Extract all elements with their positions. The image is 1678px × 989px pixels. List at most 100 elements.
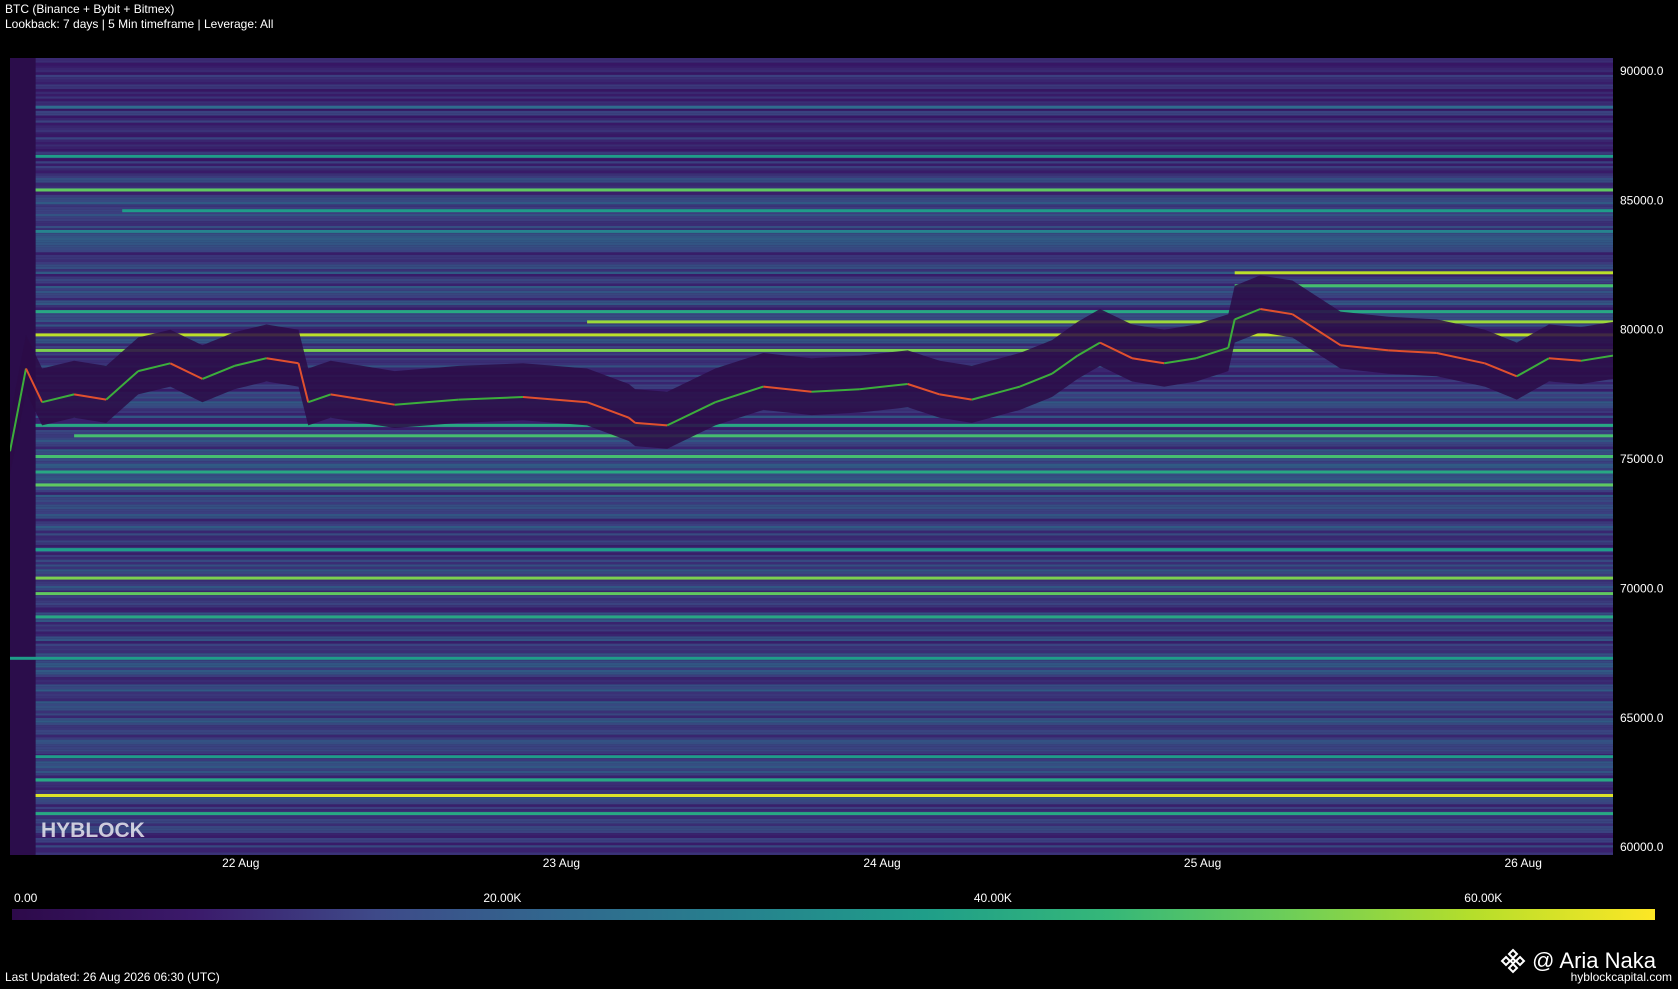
heatmap-row — [35, 650, 1613, 654]
heatmap-row — [35, 240, 1613, 243]
heatmap-row — [35, 662, 1613, 666]
heatmap-row — [35, 838, 1613, 841]
heatmap-row — [35, 619, 1613, 622]
colorbar-tick-label: 0.00 — [14, 891, 38, 905]
heatmap-row — [35, 149, 1613, 152]
heatmap-row — [35, 216, 1613, 219]
heatmap-row — [35, 89, 1613, 92]
heatmap-row — [35, 206, 1613, 210]
heatmap-row — [35, 734, 1613, 738]
heatmap-row — [35, 562, 1613, 565]
liquidation-level — [35, 592, 1613, 596]
heatmap-row — [35, 161, 1613, 164]
heatmap-row — [35, 554, 1613, 558]
liquidation-level — [122, 209, 1613, 213]
heatmap-row — [35, 545, 1613, 548]
heatmap-row — [35, 559, 1613, 562]
heatmap-row — [35, 127, 1613, 130]
liquidation-level — [74, 434, 1613, 438]
heatmap-row — [35, 674, 1613, 678]
heatmap-row — [35, 480, 1613, 483]
liquidation-level — [35, 778, 1613, 782]
heatmap-row — [35, 269, 1613, 272]
heatmap-row — [35, 646, 1613, 649]
heatmap-row — [35, 833, 1613, 836]
heatmap-row — [35, 809, 1613, 812]
heatmap-row — [35, 166, 1613, 169]
liquidation-level — [35, 615, 1613, 619]
heatmap-row — [35, 94, 1613, 97]
heatmap-row — [35, 120, 1613, 123]
heatmap-row — [35, 264, 1613, 267]
heatmap-row — [35, 840, 1613, 843]
heatmap-row — [35, 823, 1613, 826]
colorbar: 0.00 20.00K 40.00K 60.00K — [12, 891, 1655, 920]
heatmap-row — [35, 744, 1613, 747]
heatmap-row — [35, 139, 1613, 142]
heatmap-row — [35, 204, 1613, 207]
heatmap-row — [35, 511, 1613, 514]
heatmap-row — [35, 218, 1613, 222]
heatmap-row — [35, 847, 1613, 850]
heatmap-row — [35, 641, 1613, 644]
heatmap-row — [35, 622, 1613, 625]
heatmap-row — [35, 252, 1613, 255]
heatmap-row — [35, 583, 1613, 586]
heatmap-row — [35, 132, 1613, 135]
heatmap-row — [35, 473, 1613, 476]
heatmap-row — [35, 173, 1613, 176]
heatmap-row — [35, 725, 1613, 728]
liquidation-level — [35, 229, 1613, 233]
liquidation-level — [35, 470, 1613, 474]
y-tick-label: 80000.0 — [1620, 323, 1664, 337]
heatmap-row — [35, 708, 1613, 711]
heatmap-row — [35, 502, 1613, 505]
heatmap-row — [35, 586, 1613, 589]
last-updated: Last Updated: 26 Aug 2026 06:30 (UTC) — [5, 970, 220, 984]
heatmap-row — [35, 600, 1613, 603]
heatmap-row — [35, 533, 1613, 536]
heatmap-row — [35, 103, 1613, 106]
heatmap-row — [35, 540, 1613, 543]
heatmap-row — [35, 535, 1613, 538]
heatmap-row — [35, 742, 1613, 745]
heatmap-row — [35, 643, 1613, 646]
heatmap-row — [35, 730, 1613, 733]
heatmap-row — [35, 569, 1613, 572]
heatmap-row — [35, 571, 1613, 574]
heatmap-row — [35, 494, 1613, 498]
heatmap-row — [35, 233, 1613, 236]
heatmap-row — [35, 463, 1613, 466]
liquidation-level — [35, 483, 1613, 487]
heatmap-row — [35, 768, 1613, 771]
heatmap-row — [35, 288, 1613, 291]
heatmap-row — [35, 602, 1613, 606]
heatmap-row — [35, 746, 1613, 750]
heatmap-row — [35, 250, 1613, 253]
liquidation-level — [35, 812, 1613, 816]
heatmap-row — [35, 653, 1613, 656]
x-tick-label: 22 Aug — [222, 856, 259, 870]
heatmap-row — [35, 115, 1613, 118]
heatmap-row — [35, 804, 1613, 807]
heatmap-row — [35, 588, 1613, 591]
heatmap-row — [35, 660, 1613, 663]
heatmap-row — [35, 458, 1613, 462]
liquidation-level — [35, 794, 1613, 797]
heatmap-row — [35, 842, 1613, 846]
site-url: hyblockcapital.com — [1570, 970, 1672, 984]
heatmap-row — [35, 722, 1613, 726]
heatmap-row — [35, 670, 1613, 673]
heatmap-row — [35, 528, 1613, 531]
heatmap-row — [35, 67, 1613, 70]
heatmap-row — [35, 449, 1613, 452]
y-tick-label: 65000.0 — [1620, 711, 1664, 725]
heatmap-row — [35, 235, 1613, 238]
liquidation-level — [35, 755, 1613, 759]
heatmap-row — [35, 830, 1613, 834]
heatmap-row — [35, 178, 1613, 181]
heatmap-row — [35, 701, 1613, 704]
heatmap-row — [35, 420, 1613, 423]
heatmap-row — [35, 506, 1613, 510]
heatmap-row — [35, 415, 1613, 418]
